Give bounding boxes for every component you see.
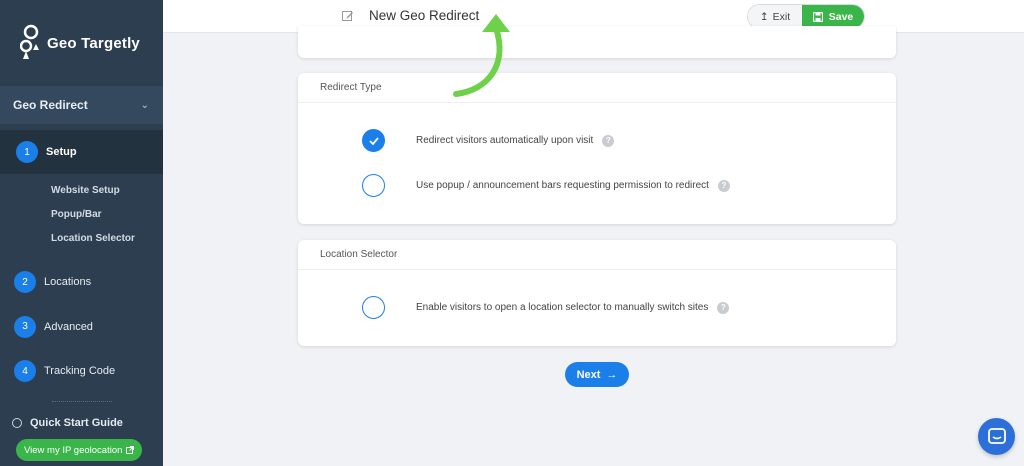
- exit-icon: ↥: [759, 10, 769, 23]
- step-number: 3: [14, 315, 36, 338]
- radio-unchecked[interactable]: [362, 296, 385, 319]
- sidebar-subitem-website-setup[interactable]: Website Setup: [0, 178, 163, 202]
- option-auto-redirect[interactable]: Redirect visitors automatically upon vis…: [362, 129, 615, 152]
- step-label: Advanced: [44, 320, 93, 333]
- sidebar-subitem-location-selector[interactable]: Location Selector: [0, 226, 163, 250]
- help-icon[interactable]: ?: [602, 134, 615, 147]
- help-icon[interactable]: ?: [717, 301, 730, 314]
- logo-pin-icon: [20, 24, 39, 59]
- previous-card: [298, 26, 896, 58]
- step-label: Setup: [46, 146, 77, 158]
- next-button[interactable]: Next →: [565, 362, 629, 387]
- option-label: Redirect visitors automatically upon vis…: [416, 135, 594, 146]
- step-label: Tracking Code: [44, 365, 116, 377]
- option-label: Use popup / announcement bars requesting…: [416, 180, 709, 191]
- save-label: Save: [828, 10, 854, 23]
- next-label: Next: [576, 368, 601, 381]
- logo-text: Geo Targetly: [47, 34, 140, 52]
- step-number: 1: [16, 141, 38, 163]
- chat-support-button[interactable]: [978, 418, 1015, 455]
- edit-icon[interactable]: [342, 10, 354, 22]
- arrow-right-icon: →: [606, 368, 618, 381]
- sidebar-step-advanced[interactable]: 3 Advanced: [0, 304, 163, 349]
- radio-checked[interactable]: [362, 129, 385, 152]
- help-icon[interactable]: ?: [717, 179, 730, 192]
- sidebar-section-label: Geo Redirect: [13, 98, 88, 112]
- help-circle-icon: [12, 418, 22, 428]
- option-label: Enable visitors to open a location selec…: [416, 302, 709, 313]
- sidebar-section-geo-redirect[interactable]: Geo Redirect ⌄: [0, 86, 163, 124]
- location-selector-card: Location Selector Enable visitors to ope…: [298, 240, 896, 346]
- exit-button[interactable]: ↥ Exit: [748, 5, 802, 28]
- card-title: Location Selector: [298, 240, 896, 270]
- save-button[interactable]: Save: [802, 5, 864, 28]
- logo[interactable]: Geo Targetly: [0, 0, 163, 86]
- sidebar-divider: [51, 401, 112, 402]
- external-link-icon: [126, 446, 135, 454]
- card-title: Redirect Type: [298, 73, 896, 103]
- save-icon: [812, 11, 823, 22]
- sidebar: Geo Targetly Geo Redirect ⌄ 1 Setup Webs…: [0, 0, 163, 466]
- exit-label: Exit: [772, 10, 791, 23]
- option-location-selector[interactable]: Enable visitors to open a location selec…: [362, 296, 730, 319]
- annotation-arrow-icon: [453, 14, 510, 97]
- sidebar-step-tracking-code[interactable]: 4 Tracking Code: [0, 349, 163, 393]
- check-icon: [368, 136, 379, 145]
- quick-start-guide-link[interactable]: Quick Start Guide: [0, 410, 163, 436]
- radio-unchecked[interactable]: [362, 174, 385, 197]
- step-number: 2: [14, 271, 36, 293]
- sidebar-step-setup[interactable]: 1 Setup: [0, 130, 163, 174]
- chat-icon: [987, 427, 1006, 444]
- sidebar-subitem-popup-bar[interactable]: Popup/Bar: [0, 202, 163, 226]
- sidebar-step-locations[interactable]: 2 Locations: [0, 260, 163, 304]
- quick-start-label: Quick Start Guide: [30, 417, 123, 429]
- option-popup-redirect[interactable]: Use popup / announcement bars requesting…: [362, 174, 730, 197]
- view-ip-geolocation-button[interactable]: View my IP geolocation: [16, 439, 143, 461]
- step-number: 4: [14, 360, 36, 382]
- step-label: Locations: [44, 276, 92, 288]
- chevron-down-icon: ⌄: [140, 99, 149, 111]
- redirect-type-card: Redirect Type Redirect visitors automati…: [298, 73, 896, 224]
- geo-button-label: View my IP geolocation: [24, 444, 123, 456]
